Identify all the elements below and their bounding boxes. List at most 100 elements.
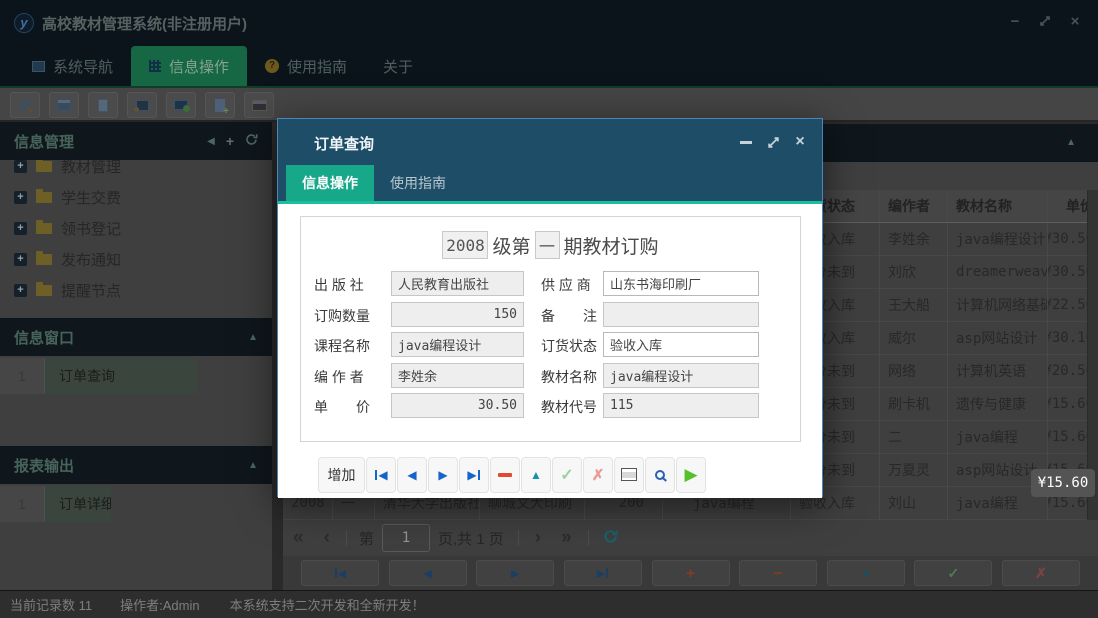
- close-button[interactable]: ×: [1066, 12, 1084, 30]
- page-number-input[interactable]: [382, 524, 430, 552]
- toolbar-button-new-document-icon[interactable]: [205, 92, 235, 118]
- dialog-add-button[interactable]: 增加: [318, 457, 365, 493]
- tree-item-发布通知[interactable]: + 发布通知: [0, 244, 272, 275]
- field-label: 备 注: [541, 306, 597, 326]
- dialog-preview-button[interactable]: [645, 457, 675, 493]
- menu-item-关于[interactable]: 关于: [365, 46, 431, 86]
- field-input-right1[interactable]: [603, 302, 759, 327]
- expand-plus-icon[interactable]: +: [14, 253, 27, 266]
- dialog-cancel-button[interactable]: ✗: [583, 457, 613, 493]
- toolbar-button-document-icon[interactable]: [88, 92, 118, 118]
- list-icon: [57, 99, 71, 111]
- order-form: 级第 期教材订购 出 版 社供 应 商订购数量备 注课程名称订货状态编 作 者教…: [300, 216, 801, 442]
- next-icon: ▶: [438, 468, 447, 482]
- window-title: 高校教材管理系统(非注册用户): [42, 13, 247, 34]
- page-first-button[interactable]: «: [283, 527, 314, 549]
- first-icon: ◀: [374, 468, 387, 482]
- expand-plus-icon[interactable]: +: [14, 222, 27, 235]
- dialog-prev-button[interactable]: ◀: [397, 457, 427, 493]
- minimize-button[interactable]: −: [1006, 12, 1024, 30]
- menu-item-系统导航[interactable]: 系统导航: [14, 46, 131, 86]
- field-input-right0[interactable]: [603, 271, 759, 296]
- collapse-up-icon[interactable]: ▲: [1066, 137, 1076, 148]
- list-item-订单查询[interactable]: 1订单查询: [0, 358, 272, 394]
- record-nav-toolbar: ◀ ◀ ▶ ▶ + −▲ ✓ ✗: [283, 556, 1098, 590]
- dialog-tab-使用指南[interactable]: 使用指南: [374, 165, 462, 201]
- dialog-tabbar: 信息操作使用指南: [278, 165, 822, 201]
- list-item-index: 1: [0, 358, 45, 394]
- run-icon: ▶: [684, 465, 697, 485]
- toolbar-button-list-icon[interactable]: [49, 92, 79, 118]
- field-input-right2[interactable]: [603, 332, 759, 357]
- dialog-next-button[interactable]: ▶: [428, 457, 458, 493]
- folder-icon: [36, 285, 52, 296]
- dialog-minimize-button[interactable]: [738, 134, 754, 150]
- nav-first-button[interactable]: ◀: [301, 560, 379, 586]
- window-icon: [252, 100, 267, 111]
- dialog-tab-信息操作[interactable]: 信息操作: [286, 165, 374, 201]
- add-icon[interactable]: +: [226, 136, 234, 146]
- tree-item-领书登记[interactable]: + 领书登记: [0, 213, 272, 244]
- grid-cell: 刘欣: [880, 256, 948, 288]
- expand-plus-icon[interactable]: +: [14, 284, 27, 297]
- page-prev-button[interactable]: ‹: [314, 527, 340, 549]
- toolbar-button-presenter-icon[interactable]: [127, 92, 157, 118]
- tree-item-提醒节点[interactable]: +提醒节点: [0, 275, 272, 306]
- dialog-last-button[interactable]: ▶: [459, 457, 489, 493]
- app-square-icon: [32, 61, 45, 72]
- nav-add-button[interactable]: +: [652, 560, 730, 586]
- add-icon: +: [686, 565, 695, 582]
- field-input-right3[interactable]: [603, 363, 759, 388]
- menubar: 系统导航信息操作?使用指南关于: [0, 46, 1098, 86]
- year-input[interactable]: [442, 231, 488, 259]
- nav-prev-button[interactable]: ◀: [389, 560, 467, 586]
- dialog-run-button[interactable]: ▶: [676, 457, 706, 493]
- app-logo-icon: y: [14, 13, 34, 33]
- nav-up-button[interactable]: ▲: [827, 560, 905, 586]
- dialog-up-button[interactable]: ▲: [521, 457, 551, 493]
- toolbar-button-search-icon[interactable]: [10, 92, 40, 118]
- dialog-print-button[interactable]: [614, 457, 644, 493]
- dialog-maximize-button[interactable]: [765, 134, 781, 150]
- tree-item-学生交费[interactable]: +学生交费: [0, 182, 272, 213]
- refresh-icon[interactable]: [603, 529, 618, 548]
- grid-cell: 王大船: [880, 289, 948, 321]
- nav-next-button[interactable]: ▶: [476, 560, 554, 586]
- tree-item-label: 领书登记: [61, 218, 121, 239]
- resize-icon: [767, 136, 780, 149]
- preview-icon: [655, 470, 665, 480]
- expand-plus-icon[interactable]: +: [14, 191, 27, 204]
- restore-button[interactable]: [1036, 12, 1054, 30]
- field-input-right4[interactable]: [603, 393, 759, 418]
- dialog-titlebar[interactable]: 订单查询 ×: [278, 119, 822, 165]
- dialog-remove-button[interactable]: [490, 457, 520, 493]
- nav-confirm-button[interactable]: ✓: [914, 560, 992, 586]
- menu-item-使用指南[interactable]: ?使用指南: [247, 46, 365, 86]
- collapse-left-icon[interactable]: ◀: [207, 136, 215, 147]
- confirm-icon: ✓: [560, 465, 573, 485]
- grid-cell: java编程: [948, 421, 1048, 453]
- menu-item-信息操作[interactable]: 信息操作: [131, 46, 247, 86]
- refresh-icon[interactable]: [245, 133, 258, 149]
- dialog-confirm-button[interactable]: ✓: [552, 457, 582, 493]
- list-item-index: 1: [0, 486, 45, 522]
- grid-cell: 二: [880, 421, 948, 453]
- nav-last-button[interactable]: ▶: [564, 560, 642, 586]
- dialog-first-button[interactable]: ◀: [366, 457, 396, 493]
- panel-title: 报表输出: [14, 455, 248, 476]
- term-input[interactable]: [535, 231, 560, 259]
- document-icon: [98, 99, 108, 112]
- tree-item-教材管理[interactable]: +教材管理: [0, 160, 272, 182]
- list-item-订单详细[interactable]: 1订单详细: [0, 486, 272, 522]
- expand-plus-icon[interactable]: +: [14, 160, 27, 173]
- collapse-up-icon[interactable]: ▲: [248, 332, 258, 343]
- dialog-close-button[interactable]: ×: [792, 134, 808, 150]
- tree-item-label: 发布通知: [61, 249, 121, 270]
- nav-remove-button[interactable]: −: [739, 560, 817, 586]
- page-last-button[interactable]: »: [551, 527, 582, 549]
- toolbar-button-window-icon[interactable]: [244, 92, 274, 118]
- collapse-up-icon[interactable]: ▲: [248, 460, 258, 471]
- toolbar-button-monitor-icon[interactable]: [166, 92, 196, 118]
- page-next-button[interactable]: ›: [525, 527, 551, 549]
- nav-cancel-button[interactable]: ✗: [1002, 560, 1080, 586]
